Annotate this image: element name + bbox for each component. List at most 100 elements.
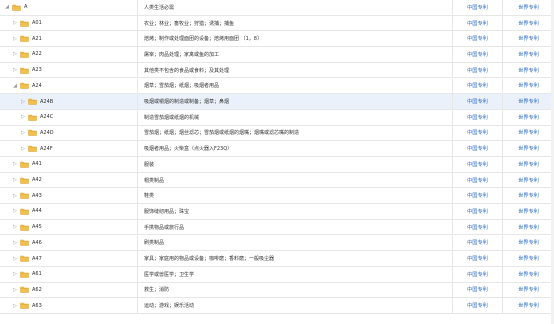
tree-node-cell[interactable]: ▷ A63: [0, 298, 138, 313]
collapsed-caret-icon[interactable]: ▷: [12, 287, 18, 293]
china-patent-link[interactable]: 中国专利: [467, 239, 488, 246]
tree-node-cell[interactable]: ▷ A23: [0, 62, 138, 78]
world-patent-link[interactable]: 世界专利: [518, 129, 539, 136]
world-patent-link[interactable]: 世界专利: [518, 114, 539, 121]
table-row[interactable]: ▷ A21 焙烤；制作或处理面团的设备；焙烤用面团 〔1，8〕 中国专利 世界专利: [0, 31, 554, 48]
table-row[interactable]: ◢ A24 烟草；雪茄烟；纸烟；吸烟者用品 中国专利 世界专利: [0, 78, 554, 95]
china-patent-link[interactable]: 中国专利: [467, 145, 488, 152]
china-patent-link[interactable]: 中国专利: [467, 192, 488, 199]
tree-node-cell[interactable]: ▷ A45: [0, 219, 138, 235]
table-row[interactable]: ▷ A22 屠宰；肉品处理；家禽或鱼的加工 中国专利 世界专利: [0, 47, 554, 63]
tree-node-cell[interactable]: ▷ A62: [0, 282, 138, 298]
world-patent-link[interactable]: 世界专利: [518, 208, 539, 215]
table-row[interactable]: ▷ A41 服装 中国专利 世界专利: [0, 157, 554, 173]
world-patent-link[interactable]: 世界专利: [518, 177, 539, 184]
table-row[interactable]: ▷ A44 服饰缝纫用品；珠宝 中国专利 世界专利: [0, 204, 554, 220]
collapsed-caret-icon[interactable]: ▷: [12, 271, 18, 277]
tree-node-cell[interactable]: ◢ A: [0, 0, 138, 15]
table-row[interactable]: ▷ A47 家具；家庭用的物品或设备；咖啡磨；香料磨；一般吸尘器 中国专利 世界专利: [0, 251, 554, 267]
world-patent-link[interactable]: 世界专利: [518, 161, 539, 168]
world-patent-link[interactable]: 世界专利: [518, 255, 539, 262]
world-patent-link[interactable]: 世界专利: [518, 145, 539, 152]
collapsed-caret-icon[interactable]: ▷: [20, 99, 26, 105]
table-row[interactable]: ▷ A45 手携物品或旅行品 中国专利 世界专利: [0, 219, 554, 236]
table-row[interactable]: ▷ A62 救生；消防 中国专利 世界专利: [0, 282, 554, 299]
collapsed-caret-icon[interactable]: ▷: [20, 146, 26, 152]
collapsed-caret-icon[interactable]: ▷: [12, 36, 18, 42]
tree-node-cell[interactable]: ▷ A46: [0, 235, 138, 251]
world-patent-link[interactable]: 世界专利: [518, 82, 539, 89]
collapsed-caret-icon[interactable]: ▷: [12, 303, 18, 309]
collapsed-caret-icon[interactable]: ▷: [12, 193, 18, 199]
world-patent-link[interactable]: 世界专利: [518, 35, 539, 42]
expanded-caret-icon[interactable]: ◢: [12, 83, 18, 89]
collapsed-caret-icon[interactable]: ▷: [12, 20, 18, 26]
world-patent-link[interactable]: 世界专利: [518, 302, 539, 309]
china-patent-link[interactable]: 中国专利: [467, 114, 488, 121]
china-patent-link[interactable]: 中国专利: [467, 4, 488, 11]
china-patent-link[interactable]: 中国专利: [467, 271, 488, 278]
world-patent-link[interactable]: 世界专利: [518, 192, 539, 199]
collapsed-caret-icon[interactable]: ▷: [12, 256, 18, 262]
china-patent-link[interactable]: 中国专利: [467, 161, 488, 168]
tree-node-cell[interactable]: ▷ A42: [0, 172, 138, 188]
world-patent-link[interactable]: 世界专利: [518, 98, 539, 105]
table-row[interactable]: ▷ A24C 制造雪茄烟或纸烟的机械 中国专利 世界专利: [0, 109, 554, 126]
china-patent-link[interactable]: 中国专利: [467, 35, 488, 42]
world-patent-link[interactable]: 世界专利: [518, 224, 539, 231]
china-patent-link[interactable]: 中国专利: [467, 208, 488, 215]
china-patent-link[interactable]: 中国专利: [467, 98, 488, 105]
collapsed-caret-icon[interactable]: ▷: [12, 208, 18, 214]
china-patent-link[interactable]: 中国专利: [467, 51, 488, 58]
tree-node-cell[interactable]: ▷ A44: [0, 204, 138, 219]
collapsed-caret-icon[interactable]: ▷: [20, 130, 26, 136]
table-row[interactable]: ▷ A42 帽类制品 中国专利 世界专利: [0, 172, 554, 189]
china-patent-link[interactable]: 中国专利: [467, 67, 488, 74]
collapsed-caret-icon[interactable]: ▷: [12, 224, 18, 230]
collapsed-caret-icon[interactable]: ▷: [12, 51, 18, 57]
world-patent-link[interactable]: 世界专利: [518, 239, 539, 246]
tree-node-cell[interactable]: ▷ A61: [0, 266, 138, 282]
china-patent-link[interactable]: 中国专利: [467, 302, 488, 309]
world-patent-link[interactable]: 世界专利: [518, 20, 539, 27]
tree-node-cell[interactable]: ▷ A24D: [0, 125, 138, 141]
collapsed-caret-icon[interactable]: ▷: [12, 161, 18, 167]
table-row[interactable]: ▷ A61 医学或兽医学；卫生学 中国专利 世界专利: [0, 266, 554, 283]
table-row[interactable]: ▷ A24F 吸烟者用品；火柴盒（点火器入F23Q） 中国专利 世界专利: [0, 141, 554, 157]
table-row[interactable]: ▷ A24D 雪茄烟；纸烟；烟丝滤芯；雪茄烟或纸烟的烟嘴；烟嘴或滤芯嘴的制造 中国专利…: [0, 125, 554, 142]
tree-node-cell[interactable]: ◢ A24: [0, 78, 138, 94]
china-patent-link[interactable]: 中国专利: [467, 129, 488, 136]
china-patent-link[interactable]: 中国专利: [467, 177, 488, 184]
world-patent-link[interactable]: 世界专利: [518, 51, 539, 58]
table-row[interactable]: ▷ A43 鞋类 中国专利 世界专利: [0, 188, 554, 205]
tree-node-cell[interactable]: ▷ A47: [0, 251, 138, 266]
tree-node-cell[interactable]: ▷ A43: [0, 188, 138, 204]
expanded-caret-icon[interactable]: ◢: [4, 4, 10, 10]
tree-node-cell[interactable]: ▷ A22: [0, 47, 138, 62]
tree-node-cell[interactable]: ▷ A41: [0, 157, 138, 172]
china-patent-link[interactable]: 中国专利: [467, 255, 488, 262]
collapsed-caret-icon[interactable]: ▷: [12, 177, 18, 183]
tree-node-cell[interactable]: ▷ A24F: [0, 141, 138, 156]
tree-node-cell[interactable]: ▷ A21: [0, 31, 138, 47]
table-row[interactable]: ▷ A01 农业；林业；畜牧业；狩猎；诱捕；捕鱼 中国专利 世界专利: [0, 15, 554, 32]
tree-node-cell[interactable]: ▷ A24B: [0, 94, 138, 109]
table-row[interactable]: ◢ A 人类生活必需 中国专利 世界专利: [0, 0, 554, 16]
china-patent-link[interactable]: 中国专利: [467, 82, 488, 89]
table-row[interactable]: ▷ A23 其他类不包含的食品或食料；及其处理 中国专利 世界专利: [0, 62, 554, 79]
table-row[interactable]: ▷ A46 刷类制品 中国专利 世界专利: [0, 235, 554, 252]
china-patent-link[interactable]: 中国专利: [467, 20, 488, 27]
collapsed-caret-icon[interactable]: ▷: [12, 67, 18, 73]
china-patent-link[interactable]: 中国专利: [467, 224, 488, 231]
table-row[interactable]: ▷ A24B 吸烟或嚼烟的制造或制备；烟草；鼻烟 中国专利 世界专利: [0, 94, 554, 110]
world-patent-link[interactable]: 世界专利: [518, 4, 539, 11]
china-patent-link[interactable]: 中国专利: [467, 286, 488, 293]
world-patent-link[interactable]: 世界专利: [518, 271, 539, 278]
table-row[interactable]: ▷ A63 运动；游戏；娱乐活动 中国专利 世界专利: [0, 298, 554, 314]
tree-node-cell[interactable]: ▷ A24C: [0, 109, 138, 125]
collapsed-caret-icon[interactable]: ▷: [12, 240, 18, 246]
tree-node-cell[interactable]: ▷ A01: [0, 15, 138, 31]
world-patent-link[interactable]: 世界专利: [518, 286, 539, 293]
collapsed-caret-icon[interactable]: ▷: [20, 114, 26, 120]
world-patent-link[interactable]: 世界专利: [518, 67, 539, 74]
